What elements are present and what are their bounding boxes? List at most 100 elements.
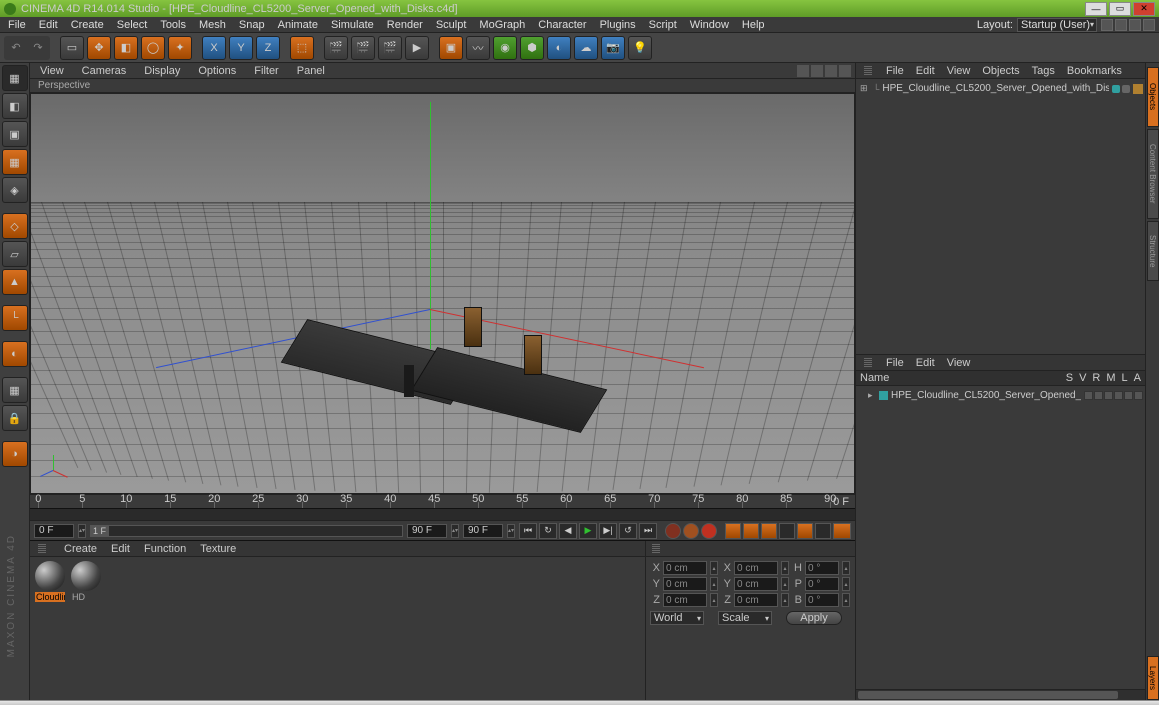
deformer-tool[interactable]: ◐ bbox=[547, 36, 571, 60]
vp-cameras[interactable]: Cameras bbox=[82, 65, 127, 77]
play-button[interactable]: ▶ bbox=[579, 523, 597, 539]
loop-range-button[interactable]: ↺ bbox=[619, 523, 637, 539]
render-settings[interactable]: 🎬 bbox=[378, 36, 402, 60]
col-s[interactable]: S bbox=[1066, 372, 1073, 384]
viewport-3d[interactable] bbox=[30, 93, 855, 494]
record-button[interactable] bbox=[665, 523, 681, 539]
layer-color-icon[interactable] bbox=[879, 391, 888, 400]
material-slot-0[interactable]: Cloudlin bbox=[34, 561, 66, 602]
material-slot-1[interactable]: HD bbox=[70, 561, 102, 602]
model-mode[interactable]: ◧ bbox=[2, 93, 28, 119]
frame-end-a[interactable]: 90 F bbox=[407, 524, 447, 538]
key-opts[interactable] bbox=[833, 523, 851, 539]
visibility-editor-icon[interactable] bbox=[1112, 85, 1120, 93]
frame-current-knob[interactable]: 1 F bbox=[91, 526, 109, 536]
col-r[interactable]: R bbox=[1092, 372, 1100, 384]
mat-edit[interactable]: Edit bbox=[111, 543, 130, 555]
phong-tag-icon[interactable] bbox=[1133, 84, 1143, 94]
expand-icon[interactable]: ▸ bbox=[868, 390, 876, 401]
menu-sculpt[interactable]: Sculpt bbox=[436, 19, 467, 31]
move-tool[interactable]: ✥ bbox=[87, 36, 111, 60]
array-tool[interactable]: ⬢ bbox=[520, 36, 544, 60]
attr-flag-v[interactable] bbox=[1094, 391, 1103, 400]
attr-edit[interactable]: Edit bbox=[916, 357, 935, 369]
panel-grip-icon[interactable] bbox=[652, 544, 660, 554]
soft-select[interactable]: ◑ bbox=[2, 441, 28, 467]
vp-options[interactable]: Options bbox=[198, 65, 236, 77]
tab-layers[interactable]: Layers bbox=[1147, 656, 1159, 700]
light-tool[interactable]: 💡 bbox=[628, 36, 652, 60]
obj-file[interactable]: File bbox=[886, 65, 904, 77]
panel-grip-icon[interactable] bbox=[864, 358, 872, 368]
rot-b[interactable]: 0 ° bbox=[805, 593, 839, 607]
next-frame-button[interactable]: ▶| bbox=[599, 523, 617, 539]
menu-window[interactable]: Window bbox=[690, 19, 729, 31]
axis-mode[interactable]: └ bbox=[2, 305, 28, 331]
key-pla[interactable] bbox=[797, 523, 813, 539]
frame-end-a-spin[interactable]: ▴▾ bbox=[451, 524, 459, 538]
render-view[interactable]: 🎬 bbox=[324, 36, 348, 60]
object-tree[interactable]: ⊞ └ HPE_Cloudline_CL5200_Server_Opened_w… bbox=[856, 79, 1145, 354]
primitive-cube[interactable]: ▣ bbox=[439, 36, 463, 60]
pos-x[interactable]: 0 cm bbox=[663, 561, 707, 575]
vp-view[interactable]: View bbox=[40, 65, 64, 77]
tab-objects[interactable]: Objects bbox=[1147, 67, 1159, 127]
col-a[interactable]: A bbox=[1134, 372, 1141, 384]
col-v[interactable]: V bbox=[1079, 372, 1086, 384]
texture-mode[interactable]: ▦ bbox=[2, 149, 28, 175]
attr-row-root[interactable]: ▸ HPE_Cloudline_CL5200_Server_Opened_wit… bbox=[858, 388, 1143, 402]
visibility-render-icon[interactable] bbox=[1122, 85, 1130, 93]
os-taskbar[interactable] bbox=[0, 700, 1159, 705]
rot-p-spin[interactable]: ▴ bbox=[842, 577, 850, 591]
spline-tool[interactable]: 〰 bbox=[466, 36, 490, 60]
key-rot[interactable] bbox=[761, 523, 777, 539]
frame-start[interactable]: 0 F bbox=[34, 524, 74, 538]
rot-h[interactable]: 0 ° bbox=[805, 561, 839, 575]
environment-tool[interactable]: ☁ bbox=[574, 36, 598, 60]
workplane-mode[interactable]: ◈ bbox=[2, 177, 28, 203]
camera-tool[interactable]: 📷 bbox=[601, 36, 625, 60]
obj-view[interactable]: View bbox=[947, 65, 971, 77]
rot-b-spin[interactable]: ▴ bbox=[842, 593, 850, 607]
menu-simulate[interactable]: Simulate bbox=[331, 19, 374, 31]
frame-end-b-spin[interactable]: ▴▾ bbox=[507, 524, 515, 538]
attr-view[interactable]: View bbox=[947, 357, 971, 369]
menu-mesh[interactable]: Mesh bbox=[199, 19, 226, 31]
rotate-tool[interactable]: ◯ bbox=[141, 36, 165, 60]
size-z[interactable]: 0 cm bbox=[734, 593, 778, 607]
timeline-slider[interactable]: 1 F bbox=[90, 525, 403, 537]
render-region[interactable]: 🎬 bbox=[351, 36, 375, 60]
panel-grip-icon[interactable] bbox=[864, 66, 872, 76]
snap-toggle[interactable]: ▦ bbox=[2, 377, 28, 403]
maximize-button[interactable]: ▭ bbox=[1109, 2, 1131, 16]
menu-select[interactable]: Select bbox=[117, 19, 148, 31]
prev-frame-button[interactable]: ◀ bbox=[559, 523, 577, 539]
menu-script[interactable]: Script bbox=[649, 19, 677, 31]
select-tool[interactable]: ▭ bbox=[60, 36, 84, 60]
object-mode[interactable]: ▣ bbox=[2, 121, 28, 147]
coord-mode-select[interactable]: Scale bbox=[718, 611, 772, 625]
pos-y[interactable]: 0 cm bbox=[663, 577, 707, 591]
keyframe-button[interactable] bbox=[701, 523, 717, 539]
key-pos[interactable] bbox=[725, 523, 741, 539]
object-name[interactable]: HPE_Cloudline_CL5200_Server_Opened_with_… bbox=[882, 83, 1109, 94]
attr-file[interactable]: File bbox=[886, 357, 904, 369]
menu-mograph[interactable]: MoGraph bbox=[479, 19, 525, 31]
polygons-mode[interactable]: ▲ bbox=[2, 269, 28, 295]
minimize-button[interactable]: — bbox=[1085, 2, 1107, 16]
scale-tool[interactable]: ◧ bbox=[114, 36, 138, 60]
vp-nav-4[interactable] bbox=[839, 65, 851, 77]
coord-system[interactable]: ⬚ bbox=[290, 36, 314, 60]
size-x[interactable]: 0 cm bbox=[734, 561, 778, 575]
vp-nav-3[interactable] bbox=[825, 65, 837, 77]
frame-start-spin[interactable]: ▴▾ bbox=[78, 524, 86, 538]
mat-create[interactable]: Create bbox=[64, 543, 97, 555]
pos-z-spin[interactable]: ▴ bbox=[710, 593, 718, 607]
menu-help[interactable]: Help bbox=[742, 19, 765, 31]
menu-render[interactable]: Render bbox=[387, 19, 423, 31]
key-all[interactable] bbox=[815, 523, 831, 539]
apply-button[interactable]: Apply bbox=[786, 611, 842, 625]
redo-button[interactable]: ↷ bbox=[28, 38, 48, 58]
layout-icon-2[interactable] bbox=[1115, 19, 1127, 31]
size-z-spin[interactable]: ▴ bbox=[781, 593, 789, 607]
